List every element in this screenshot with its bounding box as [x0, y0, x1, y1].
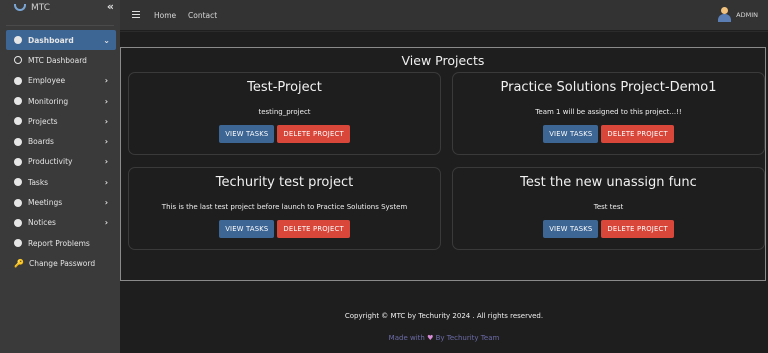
key-icon: 🔑	[14, 258, 24, 268]
sidebar-item-dashboard[interactable]: Dashboard ⌄	[6, 30, 116, 51]
circle-icon	[14, 97, 22, 106]
sidebar-item-monitoring[interactable]: Monitoring ›	[0, 91, 120, 111]
circle-icon	[14, 76, 22, 85]
project-title: Techurity test project	[215, 175, 354, 190]
sidebar-item-label: Meetings	[28, 198, 63, 208]
view-tasks-button[interactable]: VIEW TASKS	[219, 125, 275, 143]
sidebar-item-report-problems[interactable]: Report Problems	[0, 233, 120, 253]
nav-link-home[interactable]: Home	[154, 11, 176, 20]
circle-icon	[14, 137, 22, 146]
sidebar-item-meetings[interactable]: Meetings ›	[0, 192, 120, 212]
logo-icon	[14, 3, 26, 11]
circle-icon	[14, 36, 22, 45]
avatar	[718, 7, 732, 22]
project-card: Techurity test project This is the last …	[128, 167, 441, 250]
chevron-right-icon: ›	[104, 76, 108, 86]
chevron-down-icon: ⌄	[103, 35, 110, 45]
chevron-right-icon: ›	[104, 177, 108, 187]
delete-project-button[interactable]: DELETE PROJECT	[601, 125, 674, 143]
page-title: View Projects	[401, 53, 485, 68]
main-content: View Projects Test-Project testing_proje…	[120, 32, 768, 353]
project-title: Practice Solutions Project-Demo1	[500, 80, 717, 95]
sidebar-item-label: MTC Dashboard	[28, 55, 87, 65]
sidebar-nav: Dashboard ⌄ MTC Dashboard Employee › Mon…	[0, 30, 120, 274]
sidebar-item-projects[interactable]: Projects ›	[0, 111, 120, 131]
footer-copyright: Copyright © MTC by Techurity 2024 . All …	[344, 312, 544, 320]
sidebar-item-change-password[interactable]: 🔑 Change Password	[0, 253, 120, 273]
project-card: Test-Project testing_project VIEW TASKS …	[128, 72, 441, 155]
circle-icon	[14, 117, 22, 126]
project-actions: VIEW TASKS DELETE PROJECT	[129, 220, 440, 238]
circle-outline-icon	[14, 56, 22, 65]
sidebar-item-label: Employee	[28, 76, 66, 86]
project-card: Test the new unassign func Test test VIE…	[452, 167, 765, 250]
circle-icon	[14, 198, 22, 207]
projects-panel: View Projects Test-Project testing_proje…	[120, 47, 766, 281]
view-tasks-button[interactable]: VIEW TASKS	[543, 125, 599, 143]
sidebar-item-mtc-dashboard[interactable]: MTC Dashboard	[0, 50, 120, 70]
sidebar-item-tasks[interactable]: Tasks ›	[0, 172, 120, 192]
delete-project-button[interactable]: DELETE PROJECT	[601, 220, 674, 238]
sidebar-item-label: Notices	[28, 218, 56, 228]
project-title: Test the new unassign func	[520, 175, 697, 190]
sidebar-item-label: Tasks	[28, 177, 49, 187]
sidebar-item-label: Projects	[28, 116, 58, 126]
project-actions: VIEW TASKS DELETE PROJECT	[453, 125, 764, 143]
footer-made-prefix: Made with	[388, 334, 425, 342]
user-name: ADMIN	[736, 10, 758, 19]
brand[interactable]: MTC «	[0, 0, 120, 20]
sidebar-item-label: Monitoring	[28, 96, 69, 106]
circle-icon	[14, 218, 22, 227]
sidebar: MTC « Dashboard ⌄ MTC Dashboard Employee…	[0, 0, 120, 353]
circle-icon	[14, 239, 22, 248]
sidebar-item-productivity[interactable]: Productivity ›	[0, 152, 120, 172]
chevron-right-icon: ›	[104, 116, 108, 126]
project-title: Test-Project	[247, 80, 322, 95]
delete-project-button[interactable]: DELETE PROJECT	[277, 220, 350, 238]
sidebar-item-label: Productivity	[28, 157, 73, 167]
sidebar-item-label: Change Password	[28, 258, 96, 268]
footer-made-suffix: By Techurity Team	[435, 334, 500, 342]
brand-name: MTC	[31, 3, 51, 13]
circle-icon	[14, 157, 22, 166]
sidebar-item-label: Dashboard	[28, 35, 74, 45]
sidebar-item-notices[interactable]: Notices ›	[0, 213, 120, 233]
project-description: testing_project	[258, 108, 311, 116]
topbar: Home Contact ADMIN	[120, 0, 768, 31]
project-description: Team 1 will be assigned to this project.…	[535, 108, 682, 116]
chevron-right-icon: ›	[104, 157, 108, 167]
chevron-right-icon: ›	[104, 198, 108, 208]
project-description: Test test	[593, 203, 624, 211]
project-card: Practice Solutions Project-Demo1 Team 1 …	[452, 72, 765, 155]
circle-icon	[14, 178, 22, 187]
heart-icon: ♥	[427, 334, 434, 342]
sidebar-item-employee[interactable]: Employee ›	[0, 71, 120, 91]
footer-made-with: Made with ♥ By Techurity Team	[120, 334, 768, 342]
project-description: This is the last test project before lau…	[161, 203, 408, 211]
nav-link-contact[interactable]: Contact	[188, 11, 217, 20]
view-tasks-button[interactable]: VIEW TASKS	[543, 220, 599, 238]
project-actions: VIEW TASKS DELETE PROJECT	[453, 220, 764, 238]
collapse-sidebar-icon[interactable]: «	[107, 0, 114, 13]
delete-project-button[interactable]: DELETE PROJECT	[277, 125, 350, 143]
chevron-right-icon: ›	[104, 96, 108, 106]
sidebar-item-label: Report Problems	[28, 238, 90, 248]
sidebar-item-boards[interactable]: Boards ›	[0, 131, 120, 151]
sidebar-divider	[6, 25, 114, 26]
chevron-right-icon: ›	[104, 218, 108, 228]
view-tasks-button[interactable]: VIEW TASKS	[219, 220, 275, 238]
hamburger-menu-icon[interactable]	[132, 11, 140, 18]
user-menu[interactable]: ADMIN	[718, 7, 758, 22]
project-actions: VIEW TASKS DELETE PROJECT	[129, 125, 440, 143]
sidebar-item-label: Boards	[28, 137, 54, 147]
chevron-right-icon: ›	[104, 137, 108, 147]
